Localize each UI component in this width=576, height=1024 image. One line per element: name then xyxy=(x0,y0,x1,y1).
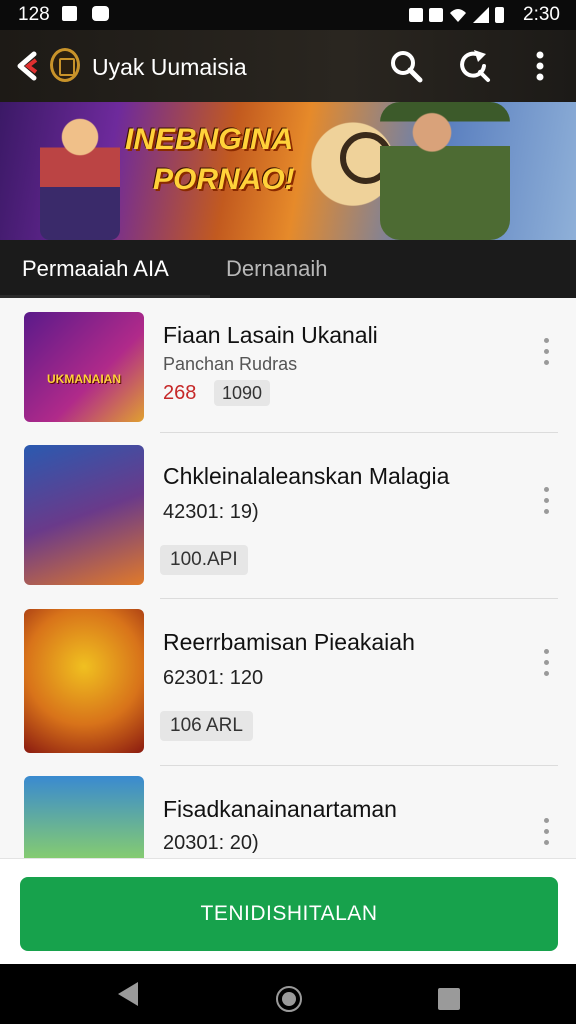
game-publisher: Panchan Rudras xyxy=(163,354,298,374)
wifi-icon xyxy=(450,9,466,22)
share-icon[interactable] xyxy=(456,48,492,84)
game-thumbnail: UKMANAIAN xyxy=(24,312,144,422)
nav-home-icon[interactable] xyxy=(276,986,302,1012)
status-bar: 128 2:30 xyxy=(0,0,576,30)
more-vert-icon[interactable] xyxy=(541,487,551,517)
game-price: 268 xyxy=(163,382,197,404)
banner-character-right xyxy=(380,102,510,240)
status-time-right: 2:30 xyxy=(523,4,560,25)
list-item[interactable]: Reerrbamisan Pieakaiah 62301: 120 106 AR… xyxy=(0,599,576,765)
game-title: Chkleinalaleanskan Malagia xyxy=(163,463,450,489)
banner-headline-line2: PORNAO! xyxy=(153,163,295,196)
game-list: UKMANAIAN Fiaan Lasain Ukanali Panchan R… xyxy=(0,298,576,858)
game-badge: 106 ARL xyxy=(160,711,253,741)
vibrate-icon xyxy=(409,8,423,22)
signal-icon xyxy=(473,7,489,23)
status-time-left: 128 xyxy=(18,4,50,25)
banner-headline: INEBNGINA PORNAO! xyxy=(125,120,295,200)
back-arrow-icon[interactable] xyxy=(14,50,44,82)
tab-bar: Permaaiah AIA Dernanaih xyxy=(0,240,576,298)
promo-banner[interactable]: INEBNGINA PORNAO! xyxy=(0,102,576,240)
notification-icon xyxy=(62,6,77,21)
game-meta: 42301: 19) xyxy=(163,501,259,523)
game-title: Fisadkanainanartaman xyxy=(163,796,397,822)
thumbnail-caption: UKMANAIAN xyxy=(47,372,121,386)
battery-icon xyxy=(495,7,504,23)
banner-character-left xyxy=(40,108,120,240)
game-title: Reerrbamisan Pieakaiah xyxy=(163,629,415,655)
game-meta: 20301: 20) xyxy=(163,832,259,854)
game-thumbnail xyxy=(24,609,144,753)
status-icons xyxy=(409,7,504,23)
tab-permaaiah[interactable]: Permaaiah AIA xyxy=(22,256,169,282)
bottom-action-bar: TENIDISHITALAN xyxy=(0,858,576,965)
game-title: Fiaan Lasain Ukanali xyxy=(163,322,378,348)
game-meta: 62301: 120 xyxy=(163,667,264,689)
nav-back-icon[interactable] xyxy=(118,982,138,1006)
tab-dernanaih[interactable]: Dernanaih xyxy=(226,256,328,282)
app-title: Uyak Uumaisia xyxy=(92,54,247,80)
install-button[interactable]: TENIDISHITALAN xyxy=(20,877,558,951)
search-icon[interactable] xyxy=(388,48,424,84)
more-vert-icon[interactable] xyxy=(522,48,558,84)
list-item[interactable]: Chkleinalaleanskan Malagia 42301: 19) 10… xyxy=(0,433,576,599)
game-thumbnail xyxy=(24,776,144,858)
game-badge: 100.API xyxy=(160,545,248,575)
more-vert-icon[interactable] xyxy=(541,818,551,848)
nav-recent-icon[interactable] xyxy=(438,988,460,1010)
game-badge: 1090 xyxy=(214,380,271,406)
mail-icon xyxy=(92,6,109,21)
app-bar: Uyak Uumaisia xyxy=(0,30,576,102)
more-vert-icon[interactable] xyxy=(541,649,551,679)
system-nav-bar xyxy=(0,964,576,1024)
list-item[interactable]: Fisadkanainanartaman 20301: 20) xyxy=(0,766,576,858)
banner-headline-line1: INEBNGINA xyxy=(125,123,294,156)
more-vert-icon[interactable] xyxy=(541,338,551,368)
sync-icon xyxy=(429,8,443,22)
game-thumbnail xyxy=(24,445,144,585)
app-logo-icon xyxy=(50,48,80,82)
